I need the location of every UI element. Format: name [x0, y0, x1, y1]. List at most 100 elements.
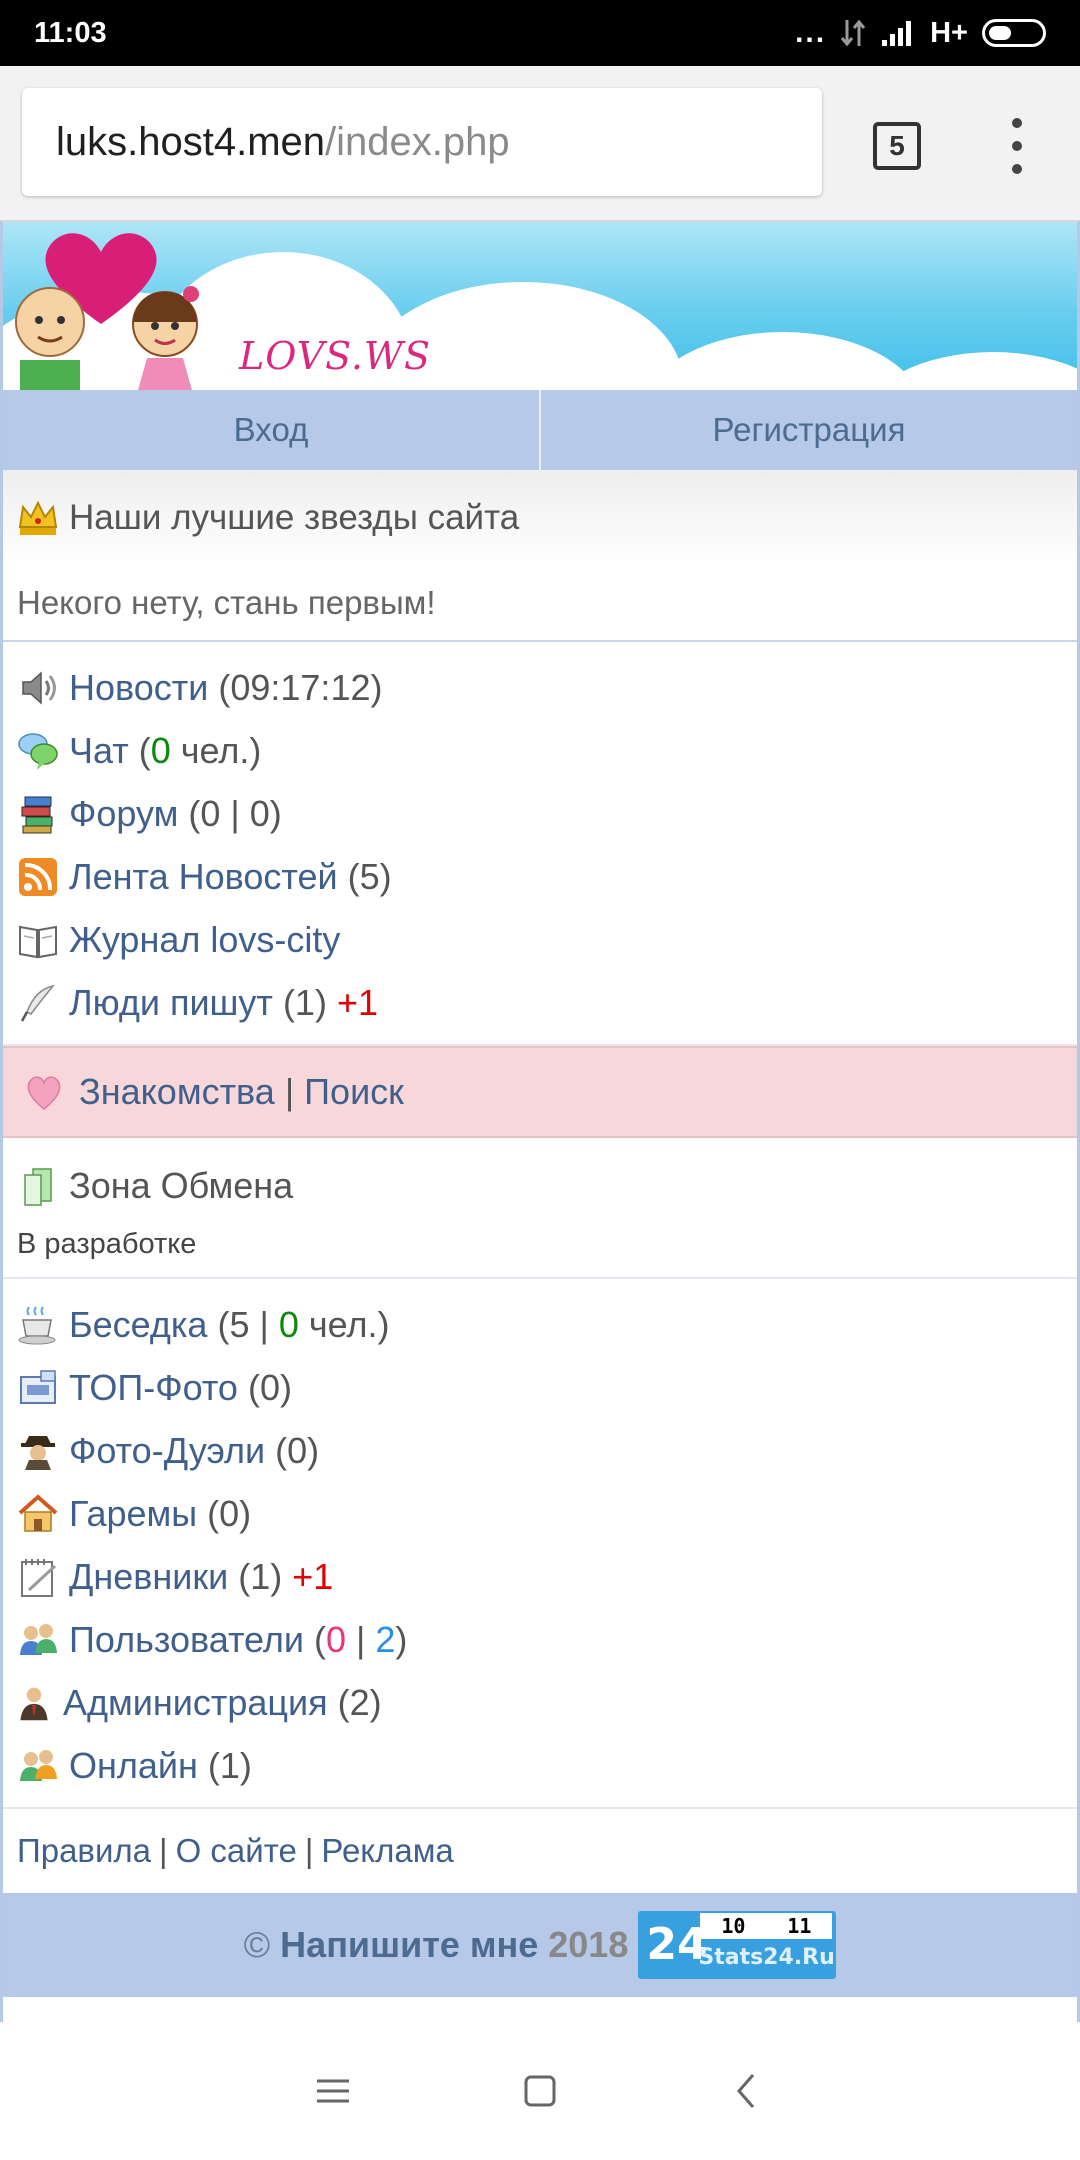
search-link[interactable]: Поиск — [304, 1071, 404, 1113]
coffee-cup-icon — [18, 1305, 56, 1344]
admin-icon — [20, 1687, 48, 1720]
dating-separator: | — [284, 1071, 295, 1112]
list-item: Гаремы (0) — [3, 1482, 1077, 1545]
list-item: Лента Новостей (5) — [3, 845, 1077, 908]
dating-bar: Знакомства | Поиск — [3, 1046, 1077, 1138]
news-link[interactable]: Новости — [69, 667, 208, 709]
cloud-shape — [643, 332, 923, 390]
spy-icon — [21, 1435, 55, 1470]
register-link[interactable]: Регистрация — [539, 390, 1077, 470]
back-chevron-icon[interactable] — [717, 2061, 777, 2121]
online-users-icon — [20, 1749, 57, 1781]
list-item: Форум (0 | 0) — [3, 782, 1077, 845]
site-banner[interactable]: LOVS.WS — [3, 222, 1077, 390]
battery-icon — [982, 19, 1046, 47]
rules-link[interactable]: Правила — [17, 1832, 151, 1870]
top-photo-link[interactable]: ТОП-Фото — [69, 1367, 238, 1409]
auth-bar: Вход Регистрация — [3, 390, 1077, 470]
gazebo-user-count: 0 — [278, 1303, 299, 1345]
stars-title: Наши лучшие звезды сайта — [69, 498, 520, 537]
screen: 11:03 ... H+ luks.host4.men/index.php 5 — [0, 0, 1080, 2160]
news-feed-counts: (5) — [347, 855, 392, 897]
online-link[interactable]: Онлайн — [69, 1745, 198, 1787]
copyright-year: 2018 — [548, 1924, 629, 1965]
gazebo-counts-open: (5 | — [217, 1303, 269, 1345]
list-item: ТОП-Фото (0) — [3, 1356, 1077, 1419]
exchange-zone: Зона Обмена В разработке — [3, 1138, 1077, 1279]
copyright-symbol: © — [243, 1924, 271, 1965]
login-link[interactable]: Вход — [3, 390, 539, 470]
dating-link[interactable]: Знакомства — [79, 1071, 275, 1113]
list-item: Новости (09:17:12) — [3, 656, 1077, 719]
gazebo-link[interactable]: Беседка — [69, 1304, 207, 1346]
copyright-bar: © Напишите мне 2018 24 10 11 Stats24.Ru — [3, 1893, 1077, 1997]
footer-links: Правила | О сайте | Реклама — [3, 1809, 1077, 1893]
browser-toolbar: luks.host4.men/index.php 5 — [0, 66, 1080, 222]
menu-dot-icon — [1012, 118, 1022, 128]
people-write-link[interactable]: Люди пишут — [69, 982, 273, 1024]
list-item: Беседка (5 | 0 чел.) — [3, 1293, 1077, 1356]
tab-switcher-button[interactable]: 5 — [873, 122, 921, 170]
write-me-link[interactable]: Напишите мне — [280, 1924, 538, 1966]
chat-paren-open: ( — [138, 729, 151, 771]
ads-link[interactable]: Реклама — [321, 1832, 453, 1870]
chat-link[interactable]: Чат — [69, 730, 129, 772]
home-square-icon[interactable] — [510, 2061, 570, 2121]
list-item: Фото-Дуэли (0) — [3, 1419, 1077, 1482]
girl-cartoon-icon — [132, 286, 199, 390]
banner-logo-text: LOVS.WS — [239, 334, 432, 378]
quill-icon — [20, 984, 55, 1022]
url-path: /index.php — [325, 119, 510, 164]
status-time: 11:03 — [34, 16, 107, 49]
forum-link[interactable]: Форум — [69, 793, 178, 835]
users-paren-close: ) — [395, 1618, 408, 1660]
footer-separator: | — [159, 1832, 168, 1869]
list-item: Дневники (1) +1 — [3, 1545, 1077, 1608]
stars-header: Наши лучшие звезды сайта — [3, 470, 1077, 566]
harems-link[interactable]: Гаремы — [69, 1493, 197, 1535]
news-time: (09:17:12) — [218, 666, 383, 708]
photo-frame-icon — [20, 1369, 56, 1404]
people-write-new-badge: +1 — [336, 981, 378, 1023]
counter-values: 10 11 — [700, 1913, 833, 1939]
counter-left-value: 10 — [721, 1914, 746, 1938]
status-bar: 11:03 ... H+ — [0, 0, 1080, 66]
house-icon — [18, 1493, 58, 1532]
counter-right-value: 11 — [787, 1914, 812, 1938]
footer-separator: | — [304, 1832, 314, 1869]
stars-empty-note: Некого нету, стань первым! — [3, 566, 1077, 642]
online-counts: (1) — [207, 1744, 252, 1786]
forum-counts: (0 | 0) — [188, 792, 282, 834]
books-icon — [21, 796, 53, 833]
exchange-document-icon — [24, 1168, 52, 1206]
menu-dot-icon — [1012, 141, 1022, 151]
journal-link[interactable]: Журнал lovs-city — [69, 919, 340, 961]
users-count-a: 0 — [325, 1618, 346, 1660]
url-host: luks.host4.men — [56, 119, 326, 164]
signal-icon — [882, 21, 912, 46]
chat-user-count: 0 — [150, 729, 171, 771]
browser-menu-button[interactable] — [1004, 118, 1030, 174]
users-link[interactable]: Пользователи — [69, 1619, 304, 1661]
menu-lines-icon[interactable] — [303, 2061, 363, 2121]
address-bar[interactable]: luks.host4.men/index.php — [22, 88, 822, 196]
users-separator: | — [356, 1618, 366, 1660]
chat-suffix: чел.) — [180, 729, 262, 771]
news-feed-link[interactable]: Лента Новостей — [69, 856, 338, 898]
web-page: LOVS.WS Вход Регистрация Наши лучшие зве… — [0, 222, 1080, 2022]
menu-dot-icon — [1012, 164, 1022, 174]
list-item: Пользователи (0 | 2) — [3, 1608, 1077, 1671]
harems-counts: (0) — [207, 1492, 252, 1534]
stats-counter-badge[interactable]: 24 10 11 Stats24.Ru — [638, 1911, 837, 1979]
about-link[interactable]: О сайте — [176, 1832, 297, 1870]
diaries-link[interactable]: Дневники — [69, 1556, 228, 1598]
diaries-counts: (1) — [238, 1555, 283, 1597]
list-item: Зона Обмена — [3, 1158, 1077, 1214]
admin-link[interactable]: Администрация — [63, 1682, 328, 1724]
list-item: Люди пишут (1) +1 — [3, 971, 1077, 1034]
top-photo-counts: (0) — [247, 1366, 292, 1408]
tab-count: 5 — [889, 130, 905, 161]
photo-duels-link[interactable]: Фото-Дуэли — [69, 1430, 265, 1472]
people-write-counts: (1) — [282, 981, 327, 1023]
chat-bubbles-icon — [18, 732, 58, 770]
